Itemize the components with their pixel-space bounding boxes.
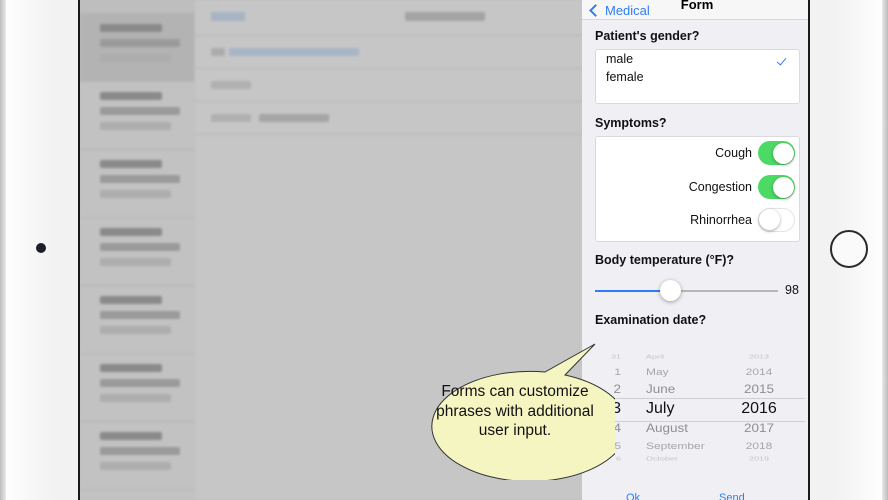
symptom-row-congestion: Congestion — [689, 174, 795, 200]
background-list-item — [80, 354, 195, 422]
picker-row[interactable]: 2 June 2015 — [595, 382, 805, 400]
symptom-row-rhinorrhea: Rhinorrhea — [690, 207, 795, 233]
slider-fill — [595, 290, 671, 292]
temperature-value: 98 — [785, 283, 799, 297]
picker-month: August — [646, 421, 689, 435]
nav-title: Form — [680, 0, 714, 12]
picker-year: 2015 — [743, 382, 775, 396]
background-compose-title — [405, 12, 485, 21]
symptom-row-cough: Cough — [715, 140, 795, 166]
date-picker[interactable]: 31 April 2013 1 May 2014 2 June 2015 3 July 2016 4 Au… — [595, 344, 805, 472]
send-button[interactable]: Send — [719, 492, 745, 500]
front-camera — [36, 243, 46, 253]
device-edge-left — [0, 0, 6, 500]
congestion-toggle[interactable] — [758, 175, 795, 199]
background-list-item — [80, 150, 195, 218]
temperature-label: Body temperature (°F)? — [595, 253, 735, 267]
checkmark-icon — [776, 55, 787, 66]
picker-row[interactable]: 4 August 2017 — [595, 421, 805, 439]
picker-row[interactable]: 5 September 2018 — [595, 440, 805, 455]
picker-row[interactable]: 6 October 2019 — [595, 456, 805, 469]
gender-option-label: female — [606, 70, 644, 84]
form-panel: Medical Form Patient's gender? male fema… — [582, 0, 808, 500]
gender-option-label: male — [606, 52, 634, 66]
background-list-toolbar — [80, 0, 195, 14]
picker-year: 2016 — [741, 400, 777, 417]
background-to-row — [195, 36, 585, 69]
picker-year: 2013 — [748, 353, 770, 360]
picker-month: July — [646, 400, 675, 417]
form-navbar: Medical Form — [582, 0, 808, 20]
ok-button[interactable]: Ok — [626, 492, 640, 500]
background-mail-list — [80, 0, 195, 500]
cough-toggle[interactable] — [758, 141, 795, 165]
picker-month: September — [646, 440, 705, 452]
symptom-label: Rhinorrhea — [690, 213, 752, 227]
home-button[interactable] — [830, 230, 868, 268]
gender-option-male[interactable]: male — [606, 52, 796, 70]
background-compose-header — [195, 0, 585, 36]
slider-thumb[interactable] — [660, 280, 682, 301]
symptoms-label: Symptoms? — [595, 116, 667, 130]
background-list-item — [80, 218, 195, 286]
gender-options-card: male female — [595, 49, 800, 104]
background-cc-row — [195, 69, 585, 102]
background-subject-row — [195, 102, 585, 135]
background-list-item — [80, 14, 195, 82]
gender-label: Patient's gender? — [595, 29, 700, 43]
picker-row[interactable]: 1 May 2014 — [595, 366, 805, 381]
callout-text: Forms can customize phrases with additio… — [436, 383, 594, 439]
background-list-item — [80, 82, 195, 150]
temperature-slider[interactable] — [595, 280, 778, 301]
bottom-buttons: Ok Send — [582, 492, 808, 500]
symptom-label: Congestion — [688, 180, 752, 194]
picker-year: 2017 — [743, 421, 775, 435]
background-list-item — [80, 422, 195, 490]
background-cancel-button — [211, 12, 245, 21]
picker-year: 2014 — [745, 366, 773, 378]
picker-month: June — [646, 382, 676, 396]
picker-year: 2019 — [748, 455, 770, 462]
exam-date-label: Examination date? — [595, 313, 707, 327]
picker-month: May — [646, 366, 669, 378]
symptom-label: Cough — [715, 146, 752, 160]
device-edge-right — [882, 0, 888, 500]
gender-option-female[interactable]: female — [606, 70, 644, 84]
picker-month: April — [646, 353, 665, 360]
symptoms-card: Cough Congestion Rhinorrhea — [595, 136, 800, 242]
picker-row[interactable]: 31 April 2013 — [595, 354, 805, 367]
picker-selected-row[interactable]: 3 July 2016 — [595, 400, 805, 420]
picker-month: October — [646, 455, 679, 462]
background-list-item — [80, 286, 195, 354]
picker-year: 2018 — [745, 440, 773, 452]
rhinorrhea-toggle[interactable] — [758, 208, 795, 232]
